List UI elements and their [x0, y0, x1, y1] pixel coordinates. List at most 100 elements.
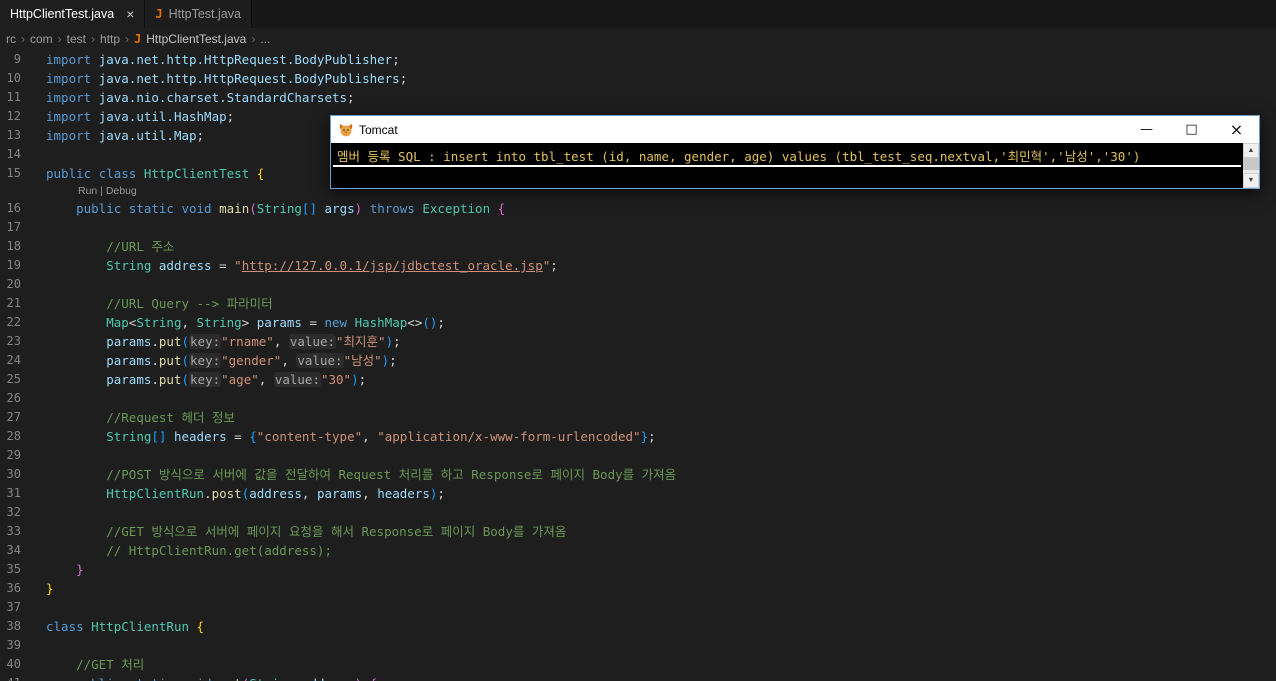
code-line: 18 //URL 주소 — [0, 237, 1276, 256]
maximize-icon[interactable]: □ — [1169, 116, 1214, 143]
scroll-up-icon[interactable]: ▲ — [1243, 143, 1259, 158]
line-number[interactable]: 14 — [0, 145, 46, 164]
code-text[interactable]: String[] headers = {"content-type", "app… — [46, 427, 655, 446]
line-number[interactable]: 32 — [0, 503, 46, 522]
line-number[interactable]: 25 — [0, 370, 46, 389]
tab-label: HttpClientTest.java — [10, 7, 115, 21]
code-line: 29 — [0, 446, 1276, 465]
line-number[interactable]: 33 — [0, 522, 46, 541]
code-text[interactable]: params.put(key:"age", value:"30"); — [46, 370, 366, 389]
scrollbar-thumb[interactable] — [1243, 158, 1259, 170]
line-number[interactable]: 31 — [0, 484, 46, 503]
minimize-icon[interactable]: — — [1124, 116, 1169, 143]
code-text[interactable]: Map<String, String> params = new HashMap… — [46, 313, 445, 332]
code-text[interactable]: //Request 헤더 정보 — [46, 408, 235, 427]
code-text[interactable]: //URL 주소 — [46, 237, 174, 256]
line-number[interactable]: 40 — [0, 655, 46, 674]
code-text[interactable]: public static void main(String[] args) t… — [46, 199, 505, 218]
chevron-right-icon: › — [251, 32, 256, 46]
line-number[interactable]: 37 — [0, 598, 46, 617]
code-text[interactable]: // HttpClientRun.get(address); — [46, 541, 332, 560]
line-number[interactable]: 9 — [0, 50, 46, 69]
chevron-right-icon: › — [57, 32, 62, 46]
breadcrumb-item-http[interactable]: http — [100, 32, 120, 46]
line-number[interactable]: 20 — [0, 275, 46, 294]
code-text[interactable]: } — [46, 579, 54, 598]
codelens-run-debug[interactable]: Run | Debug — [78, 183, 137, 199]
code-line: 27 //Request 헤더 정보 — [0, 408, 1276, 427]
line-number[interactable]: 35 — [0, 560, 46, 579]
code-line: 41 public static void get(String address… — [0, 674, 1276, 681]
close-icon[interactable]: × — [1214, 116, 1259, 143]
line-number[interactable]: 22 — [0, 313, 46, 332]
line-number[interactable]: 11 — [0, 88, 46, 107]
console-output[interactable]: 멤버 등록 SQL : insert into tbl_test (id, na… — [337, 146, 1239, 165]
code-text[interactable]: //GET 방식으로 서버에 페이지 요청을 해서 Response로 페이지 … — [46, 522, 566, 541]
line-number[interactable]: 13 — [0, 126, 46, 145]
breadcrumb-file[interactable]: HttpClientTest.java — [146, 32, 246, 46]
chevron-right-icon: › — [125, 32, 130, 46]
code-text[interactable]: import java.net.http.HttpRequest.BodyPub… — [46, 50, 400, 69]
code-line: 34 // HttpClientRun.get(address); — [0, 541, 1276, 560]
code-text[interactable]: HttpClientRun.post(address, params, head… — [46, 484, 445, 503]
code-text[interactable]: //URL Query --> 파라미터 — [46, 294, 272, 313]
code-text[interactable]: import java.nio.charset.StandardCharsets… — [46, 88, 355, 107]
code-line: 38 class HttpClientRun { — [0, 617, 1276, 636]
code-line: 9 import java.net.http.HttpRequest.BodyPu… — [0, 50, 1276, 69]
line-number[interactable]: 19 — [0, 256, 46, 275]
code-line: 37 — [0, 598, 1276, 617]
breadcrumb-item-test[interactable]: test — [67, 32, 86, 46]
breadcrumb: rc › com › test › http › J HttpClientTest.java ›..… — [0, 28, 1276, 50]
line-number[interactable]: 28 — [0, 427, 46, 446]
line-number[interactable]: 29 — [0, 446, 46, 465]
tomcat-title-bar[interactable]: Tomcat — □ × — [331, 116, 1259, 143]
code-text[interactable]: //GET 처리 — [46, 655, 144, 674]
line-number[interactable]: 30 — [0, 465, 46, 484]
code-line: 10 import java.net.http.HttpRequest.BodyP… — [0, 69, 1276, 88]
code-text[interactable]: class HttpClientRun { — [46, 617, 204, 636]
code-text[interactable]: public static void get(String address) { — [46, 674, 377, 681]
line-number[interactable]: 39 — [0, 636, 46, 655]
tab-httptest-java[interactable]: J HttpTest.java — [145, 0, 252, 28]
line-number[interactable]: 21 — [0, 294, 46, 313]
breadcrumb-item-rc[interactable]: rc — [6, 32, 16, 46]
line-number[interactable]: 18 — [0, 237, 46, 256]
tomcat-console-body[interactable]: 멤버 등록 SQL : insert into tbl_test (id, na… — [331, 143, 1259, 188]
code-text[interactable]: } — [46, 560, 84, 579]
console-scrollbar[interactable]: ▲ ▼ — [1243, 143, 1259, 188]
line-number[interactable]: 36 — [0, 579, 46, 598]
code-text[interactable]: import java.net.http.HttpRequest.BodyPub… — [46, 69, 407, 88]
code-line: 23 params.put(key:"rname", value:"최지훈"); — [0, 332, 1276, 351]
code-line: 32 — [0, 503, 1276, 522]
line-number[interactable]: 34 — [0, 541, 46, 560]
scroll-down-icon[interactable]: ▼ — [1243, 173, 1259, 188]
line-number[interactable]: 15 — [0, 164, 46, 183]
code-text[interactable]: public class HttpClientTest { — [46, 164, 264, 183]
tab-close-icon[interactable]: × — [126, 7, 134, 21]
code-line: 11 import java.nio.charset.StandardCharse… — [0, 88, 1276, 107]
code-line: 25 params.put(key:"age", value:"30"); — [0, 370, 1276, 389]
breadcrumb-item-com[interactable]: com — [30, 32, 53, 46]
code-text[interactable]: import java.util.HashMap; — [46, 107, 234, 126]
line-number[interactable]: 12 — [0, 107, 46, 126]
java-file-icon: J — [155, 7, 163, 21]
line-number[interactable]: 26 — [0, 389, 46, 408]
breadcrumb-overflow[interactable]: ... — [260, 32, 270, 46]
line-number[interactable]: 10 — [0, 69, 46, 88]
code-text[interactable]: params.put(key:"rname", value:"최지훈"); — [46, 332, 401, 351]
line-number[interactable]: 23 — [0, 332, 46, 351]
code-line: 35 } — [0, 560, 1276, 579]
line-number[interactable]: 27 — [0, 408, 46, 427]
code-text[interactable]: //POST 방식으로 서버에 값을 전달하여 Request 처리를 하고 R… — [46, 465, 676, 484]
code-text[interactable]: import java.util.Map; — [46, 126, 204, 145]
tab-httpclienttest-java[interactable]: HttpClientTest.java × — [0, 0, 146, 28]
line-number[interactable]: 16 — [0, 199, 46, 218]
code-text[interactable]: String address = "http://127.0.0.1/jsp/j… — [46, 256, 558, 275]
line-number[interactable]: 17 — [0, 218, 46, 237]
line-number[interactable]: 24 — [0, 351, 46, 370]
code-line: 24 params.put(key:"gender", value:"남성"); — [0, 351, 1276, 370]
code-line: 39 — [0, 636, 1276, 655]
line-number[interactable]: 41 — [0, 674, 46, 681]
code-text[interactable]: params.put(key:"gender", value:"남성"); — [46, 351, 397, 370]
line-number[interactable]: 38 — [0, 617, 46, 636]
